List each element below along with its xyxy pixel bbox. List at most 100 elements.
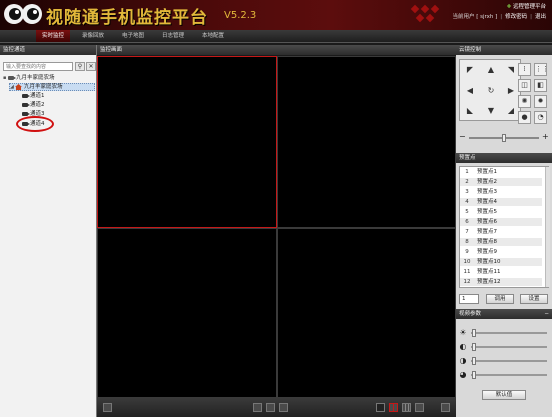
preset-number: 8 <box>465 239 469 245</box>
fullscreen-icon[interactable] <box>103 403 112 412</box>
preset-name: 预置点6 <box>477 219 497 225</box>
zoom-in-icon[interactable]: ⁞ <box>518 63 531 76</box>
tab-local-config[interactable]: 本地配置 <box>196 30 230 42</box>
logo-icon <box>4 4 42 24</box>
arrow-up-right-icon[interactable]: ◥ <box>504 63 518 77</box>
preset-item[interactable]: 3 预置点3 <box>460 188 542 196</box>
preset-scrollbar[interactable] <box>545 167 550 287</box>
preset-item[interactable]: 2 预置点2 <box>460 178 542 186</box>
tree-root[interactable]: ▪ 九月丰家庭农场 <box>3 74 55 82</box>
arrow-down-icon[interactable]: ▼ <box>484 104 498 118</box>
set-preset-button[interactable]: 设置 <box>520 294 548 304</box>
video-params-title: 视频参数 − <box>456 309 552 319</box>
video-param-track[interactable] <box>471 360 547 362</box>
collapse-icon[interactable]: − <box>544 309 549 319</box>
arrow-up-icon[interactable]: ▲ <box>484 63 498 77</box>
layout-1-icon[interactable] <box>376 403 385 412</box>
next-page-icon[interactable] <box>279 403 288 412</box>
preset-item[interactable]: 5 预置点5 <box>460 208 542 216</box>
video-param-row: ☀ <box>459 328 549 338</box>
iris-close-icon[interactable]: ✹ <box>534 95 547 108</box>
iris-open-icon[interactable]: ✺ <box>518 95 531 108</box>
video-param-slider-handle[interactable] <box>472 329 477 337</box>
speed-minus[interactable]: − <box>459 132 466 141</box>
arrow-down-left-icon[interactable]: ◣ <box>463 104 477 118</box>
focus-near-icon[interactable]: ◫ <box>518 79 531 92</box>
close-icon[interactable]: ✕ <box>86 62 96 71</box>
zoom-out-icon[interactable]: ⋮⋮ <box>534 63 549 76</box>
preset-number: 9 <box>465 249 469 255</box>
preset-name: 预置点7 <box>477 229 497 235</box>
video-cell-4[interactable] <box>277 228 456 398</box>
search-icon[interactable]: ⚲ <box>75 62 85 71</box>
preset-item[interactable]: 10 预置点10 <box>460 258 542 266</box>
video-param-track[interactable] <box>471 332 547 334</box>
page-icon[interactable] <box>266 403 275 412</box>
tree-channel[interactable]: 通道1 <box>22 92 45 100</box>
layout-4-icon[interactable] <box>389 403 398 412</box>
call-preset-button[interactable]: 调用 <box>486 294 514 304</box>
default-values-button[interactable]: 默认值 <box>482 390 526 400</box>
preset-item[interactable]: 7 预置点7 <box>460 228 542 236</box>
preset-number: 11 <box>463 269 471 275</box>
preset-name: 预置点3 <box>477 189 497 195</box>
video-grid <box>97 56 456 398</box>
layout-more-icon[interactable] <box>415 403 424 412</box>
preset-item[interactable]: 1 预置点1 <box>460 168 542 176</box>
preset-number: 3 <box>465 189 469 195</box>
light-icon[interactable]: ● <box>518 111 531 124</box>
camera-icon <box>22 112 30 116</box>
logout-link[interactable]: 退出 <box>535 14 546 20</box>
tab-live-monitor[interactable]: 实时监控 <box>36 30 70 42</box>
channel-search-input[interactable] <box>3 62 73 71</box>
preset-stepper[interactable]: 1 <box>459 294 479 304</box>
video-param-slider-handle[interactable] <box>472 357 477 365</box>
annotation-circle <box>16 116 54 132</box>
video-cell-1[interactable] <box>97 56 277 228</box>
prev-page-icon[interactable] <box>253 403 262 412</box>
channel-panel: 监控通道 <box>0 45 97 417</box>
channel-label: 通道1 <box>30 93 45 99</box>
preset-item[interactable]: 9 预置点9 <box>460 248 542 256</box>
video-param-slider-handle[interactable] <box>472 371 477 379</box>
screenshot-icon[interactable] <box>441 403 450 412</box>
arrow-right-icon[interactable]: ▶ <box>504 84 518 98</box>
ptz-panel-title: 云镜控制 <box>456 45 552 55</box>
video-param-row: ◐ <box>459 342 549 352</box>
video-param-slider-handle[interactable] <box>472 343 477 351</box>
video-param-row: ◑ <box>459 356 549 366</box>
channel-search: ⚲ ✕ <box>3 62 96 71</box>
wiper-icon[interactable]: ◔ <box>534 111 547 124</box>
layout-9-icon[interactable] <box>402 403 411 412</box>
arrow-down-right-icon[interactable]: ◢ <box>504 104 518 118</box>
video-cell-3[interactable] <box>97 228 277 398</box>
tree-group[interactable]: ◢ 九月丰家庭农场 <box>9 83 95 91</box>
focus-far-icon[interactable]: ◧ <box>534 79 547 92</box>
speed-slider-handle[interactable] <box>502 134 506 142</box>
remote-manage-link[interactable]: 远程管理平台 <box>513 4 546 10</box>
header-decoration-icon <box>410 4 440 23</box>
preset-number: 2 <box>465 179 469 185</box>
video-params-label: 视频参数 <box>459 311 482 317</box>
preset-item[interactable]: 6 预置点6 <box>460 218 542 226</box>
video-cell-2[interactable] <box>277 56 456 228</box>
arrow-up-left-icon[interactable]: ◤ <box>463 63 477 77</box>
preset-item[interactable]: 12 预置点12 <box>460 278 542 286</box>
app-header: 视随通手机监控平台 V5.2.3 ✚ 远程管理平台 当前用户 [ sjrxh ]… <box>0 0 552 30</box>
tab-log[interactable]: 日志管理 <box>156 30 190 42</box>
ptz-pad: ◤ ▲ ◥ ◀ ↻ ▶ ◣ ▼ ◢ <box>459 59 521 121</box>
preset-item[interactable]: 11 预置点11 <box>460 268 542 276</box>
tree-group-label: 九月丰家庭农场 <box>24 84 63 90</box>
video-param-track[interactable] <box>471 346 547 348</box>
tab-emap[interactable]: 电子地图 <box>116 30 150 42</box>
change-password-link[interactable]: 修改密码 <box>505 14 527 20</box>
tab-playback[interactable]: 录像回放 <box>76 30 110 42</box>
speed-plus[interactable]: + <box>542 132 549 141</box>
auto-rotate-icon[interactable]: ↻ <box>484 84 498 98</box>
tree-channel[interactable]: 通道2 <box>22 101 45 109</box>
video-param-track[interactable] <box>471 374 547 376</box>
preset-item[interactable]: 4 预置点4 <box>460 198 542 206</box>
arrow-left-icon[interactable]: ◀ <box>463 84 477 98</box>
preset-item[interactable]: 8 预置点8 <box>460 238 542 246</box>
preset-name: 预置点2 <box>477 179 497 185</box>
